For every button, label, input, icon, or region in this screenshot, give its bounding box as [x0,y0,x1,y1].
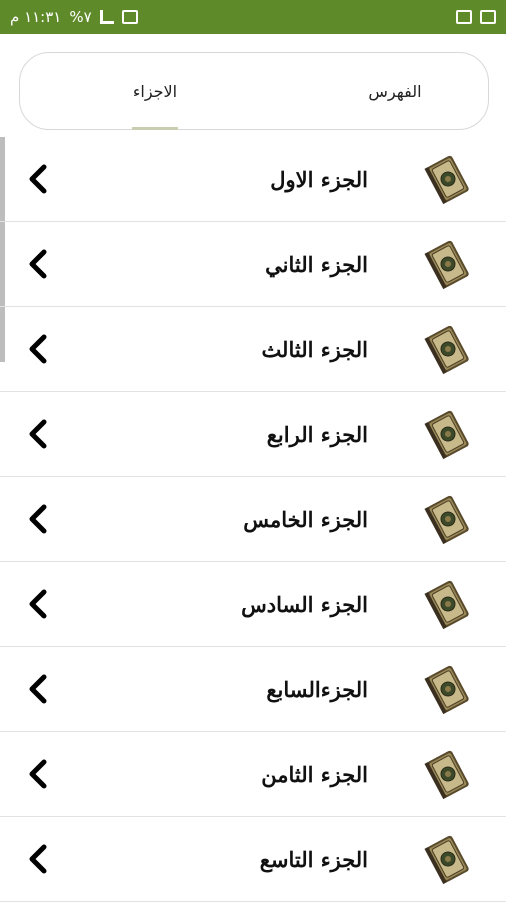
quran-book-icon [424,406,472,462]
part-label: الجزء الثامن [261,761,368,787]
tab-index[interactable]: الفهرس [320,53,470,129]
quran-book-icon [424,321,472,377]
chevron-left-icon [20,756,56,792]
list-item[interactable]: الجزء التاسع [0,817,506,902]
status-bar-right [456,10,496,24]
list-item[interactable]: الجزءالسابع [0,647,506,732]
quran-book-icon [424,576,472,632]
signal-icon [99,10,114,24]
chevron-left-icon [20,246,56,282]
tab-selected-indicator [132,127,178,130]
chevron-left-icon [20,841,56,877]
list-item[interactable]: الجزء الثامن [0,732,506,817]
part-label: الجزء الرابع [266,421,368,447]
image-icon [480,10,496,24]
status-time: ١١:٣١ م [10,8,62,26]
part-label: الجزء الاول [270,166,368,192]
quran-book-icon [424,831,472,887]
chevron-left-icon [20,586,56,622]
list-item[interactable]: الجزء الثالث [0,307,506,392]
tab-parts-label: الاجزاء [132,81,178,101]
tab-index-label: الفهرس [368,81,422,101]
part-label: الجزء السادس [241,591,368,617]
part-label: الجزء الخامس [243,506,368,532]
part-label: الجزء الثالث [261,336,368,362]
status-bar-left: ١١:٣١ م %٧ [10,8,138,26]
status-bar: ١١:٣١ م %٧ [0,0,506,34]
quran-book-icon [424,151,472,207]
list-item[interactable]: الجزء السادس [0,562,506,647]
chevron-left-icon [20,501,56,537]
chevron-left-icon [20,671,56,707]
quran-book-icon [424,661,472,717]
chevron-left-icon [20,416,56,452]
sim-icon [121,10,138,24]
list-item[interactable]: الجزء الثاني [0,222,506,307]
part-label: الجزء الثاني [265,251,368,277]
chevron-left-icon [20,161,56,197]
list-item[interactable]: الجزء الخامس [0,477,506,562]
battery-level: %٧ [69,8,92,26]
notification-icon [456,10,472,24]
chevron-left-icon [20,331,56,367]
parts-list: الجزء الاول الجزء الثاني الجزء الثالث ال… [0,137,506,902]
list-item[interactable]: الجزء الرابع [0,392,506,477]
quran-book-icon [424,236,472,292]
quran-book-icon [424,746,472,802]
part-label: الجزءالسابع [266,676,368,702]
tab-bar: الفهرس الاجزاء [19,52,489,130]
part-label: الجزء التاسع [259,846,368,872]
quran-book-icon [424,491,472,547]
tab-parts[interactable]: الاجزاء [80,53,230,130]
list-item[interactable]: الجزء الاول [0,137,506,222]
